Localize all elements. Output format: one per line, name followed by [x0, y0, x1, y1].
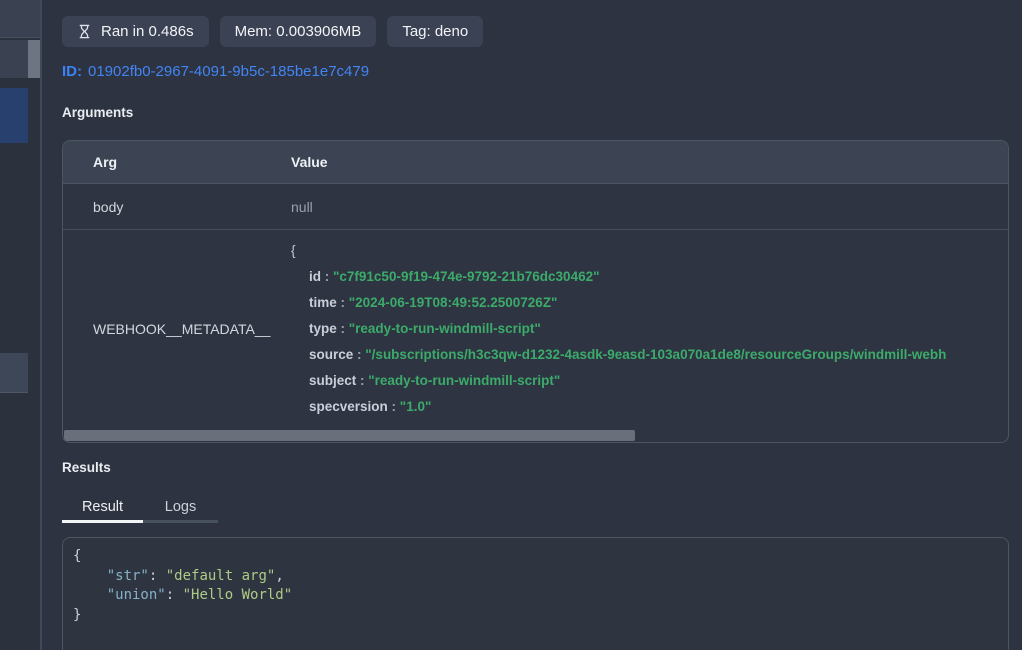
column-header-value: Value	[291, 154, 1008, 170]
table-row-webhook-metadata: WEBHOOK__METADATA__ { id : "c7f91c50-9f19…	[63, 230, 1008, 428]
tab-result[interactable]: Result	[62, 494, 143, 523]
json-key[interactable]: specversion	[309, 399, 388, 414]
tab-logs-label: Logs	[165, 499, 196, 515]
tab-logs[interactable]: Logs	[143, 494, 218, 523]
code-token: }	[73, 607, 81, 623]
json-colon: :	[337, 295, 349, 310]
code-token: :	[149, 568, 166, 584]
left-panel-header-block	[0, 0, 40, 38]
json-key[interactable]: time	[309, 295, 337, 310]
json-colon: :	[388, 399, 400, 414]
code-token: ,	[275, 568, 283, 584]
json-key[interactable]: source	[309, 347, 353, 362]
runtime-label: Ran in 0.486s	[101, 23, 194, 40]
tab-result-label: Result	[82, 499, 123, 515]
webhook-metadata-object: { id : "c7f91c50-9f19-474e-9792-21b76dc30…	[291, 230, 1008, 428]
json-string-value: "2024-06-19T08:49:52.2500726Z"	[349, 295, 558, 310]
job-id-label: ID:	[62, 63, 82, 80]
result-code-line: {	[73, 547, 998, 567]
code-token: "union"	[107, 587, 166, 603]
left-panel-selected-item[interactable]	[0, 88, 28, 143]
code-token: "default arg"	[166, 568, 276, 584]
code-token	[73, 568, 107, 584]
arguments-table: Arg Value body null WEBHOOK__METADATA__ …	[62, 140, 1009, 443]
run-stats-row: Ran in 0.486s Mem: 0.003906MB Tag: deno	[62, 16, 483, 47]
arg-name: body	[63, 199, 291, 215]
json-entry: time : "2024-06-19T08:49:52.2500726Z"	[291, 290, 1008, 316]
tag-label: Tag: deno	[402, 23, 468, 40]
json-entry: subject : "ready-to-run-windmill-script"	[291, 368, 1008, 394]
code-token: :	[166, 587, 183, 603]
json-open-brace: {	[291, 238, 1008, 264]
result-code-line: }	[73, 606, 998, 626]
result-code-line: "union": "Hello World"	[73, 586, 998, 606]
arg-name: WEBHOOK__METADATA__	[63, 230, 291, 428]
left-panel-list-item[interactable]	[0, 353, 28, 393]
results-tabs: Result Logs	[62, 494, 218, 523]
table-horizontal-scrollbar[interactable]	[64, 430, 1007, 441]
json-string-value: "c7f91c50-9f19-474e-9792-21b76dc30462"	[333, 269, 600, 284]
code-token: "str"	[107, 568, 149, 584]
json-key[interactable]: type	[309, 321, 337, 336]
json-key[interactable]: subject	[309, 373, 356, 388]
json-entry: id : "c7f91c50-9f19-474e-9792-21b76dc304…	[291, 264, 1008, 290]
left-panel-scrollbar-thumb[interactable]	[28, 40, 40, 78]
json-colon: :	[356, 373, 368, 388]
left-runs-panel	[0, 0, 42, 650]
job-id-line: ID: 01902fb0-2967-4091-9b5c-185be1e7c479	[62, 63, 369, 80]
code-token: {	[73, 548, 81, 564]
json-colon: :	[321, 269, 333, 284]
result-code-line: "str": "default arg",	[73, 567, 998, 587]
json-colon: :	[353, 347, 365, 362]
memory-badge: Mem: 0.003906MB	[220, 16, 377, 47]
json-string-value: "ready-to-run-windmill-script"	[349, 321, 541, 336]
results-heading: Results	[62, 460, 111, 475]
json-string-value: "1.0"	[400, 399, 432, 414]
tag-badge: Tag: deno	[387, 16, 483, 47]
column-header-arg: Arg	[63, 154, 291, 170]
json-entry: specversion : "1.0"	[291, 394, 1008, 420]
memory-label: Mem: 0.003906MB	[235, 23, 362, 40]
code-token	[73, 587, 107, 603]
scrollbar-thumb[interactable]	[64, 430, 635, 441]
json-string-value: "/subscriptions/h3c3qw-d1232-4asdk-9easd…	[365, 347, 946, 362]
table-row-body: body null	[63, 184, 1008, 230]
table-header-row: Arg Value	[63, 141, 1008, 184]
json-string-value: "ready-to-run-windmill-script"	[368, 373, 560, 388]
json-colon: :	[337, 321, 349, 336]
result-viewer: { "str": "default arg", "union": "Hello …	[62, 537, 1009, 650]
hourglass-icon	[77, 24, 92, 39]
json-entry: source : "/subscriptions/h3c3qw-d1232-4a…	[291, 342, 1008, 368]
job-id-value[interactable]: 01902fb0-2967-4091-9b5c-185be1e7c479	[88, 63, 369, 80]
code-token: "Hello World"	[183, 587, 293, 603]
json-key[interactable]: id	[309, 269, 321, 284]
json-brace: {	[291, 243, 296, 258]
result-json: { "str": "default arg", "union": "Hello …	[63, 538, 1008, 635]
arg-value-null: null	[291, 199, 1008, 215]
json-entry: type : "ready-to-run-windmill-script"	[291, 316, 1008, 342]
panel-divider	[40, 0, 42, 650]
arguments-heading: Arguments	[62, 105, 133, 120]
left-panel-list-item[interactable]	[0, 40, 28, 78]
runtime-badge: Ran in 0.486s	[62, 16, 209, 47]
